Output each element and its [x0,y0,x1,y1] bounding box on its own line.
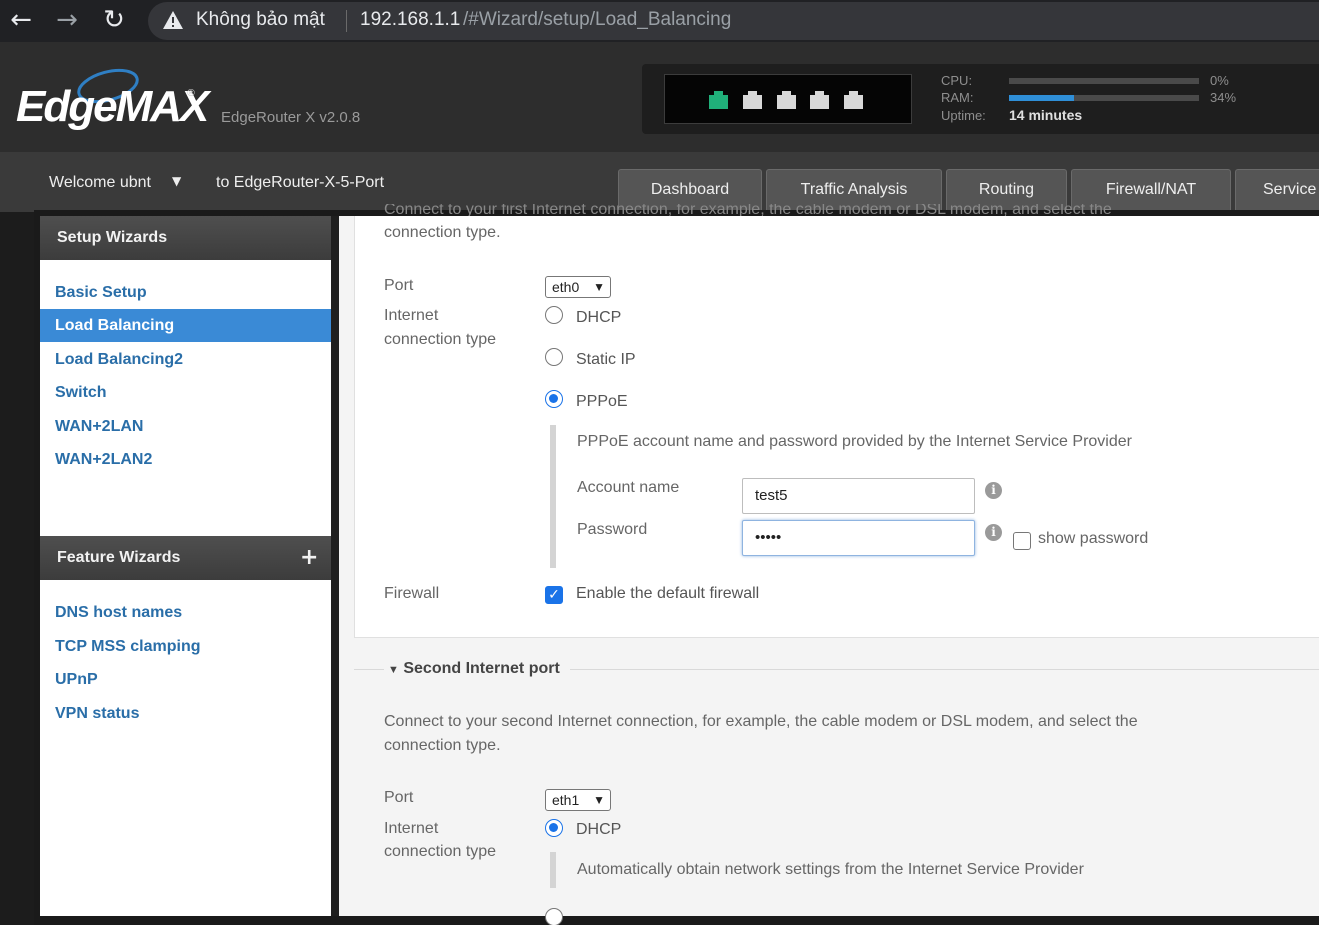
second-radio-dhcp[interactable] [545,819,563,837]
caret-down-icon: ▼ [388,664,399,676]
radio-dhcp[interactable] [545,306,563,324]
sidebar-item-dns-host-names[interactable]: DNS host names [40,596,331,629]
info-icon[interactable]: i [985,482,1002,499]
sidebar-item-upnp[interactable]: UPnP [40,663,331,696]
firewall-label: Firewall [384,585,440,602]
password-input[interactable]: ••••• [742,520,975,556]
not-secure-label[interactable]: Không bảo mật [196,9,325,31]
ram-label: RAM: [941,90,974,105]
chevron-down-icon: ▼ [593,280,605,294]
second-connection-type-label-line2: connection type [384,843,497,860]
sidebar-item-wan-2lan2[interactable]: WAN+2LAN2 [40,443,331,476]
radio-static-ip[interactable] [545,348,563,366]
sidebar-item-basic-setup[interactable]: Basic Setup [40,276,331,309]
warning-triangle-icon[interactable] [162,10,184,30]
second-port-section-toggle[interactable]: ▼ Second Internet port [384,660,570,678]
port-5-icon[interactable] [844,91,863,109]
expand-plus-icon[interactable]: + [300,545,318,570]
second-port-select-value: eth1 [552,792,580,808]
second-radio-static-ip[interactable] [545,908,563,925]
info-icon[interactable]: i [985,524,1002,541]
second-port-title: Second Internet port [403,660,560,677]
back-arrow-icon[interactable]: ← [4,4,38,38]
radio-static-ip-label[interactable]: Static IP [576,351,636,369]
port-3-icon[interactable] [777,91,796,109]
second-port-select[interactable]: eth1 ▼ [545,789,611,811]
uptime-label: Uptime: [941,108,986,123]
port-select[interactable]: eth0 ▼ [545,276,611,298]
second-port-label: Port [384,789,414,806]
reload-icon[interactable]: ↻ [97,4,131,38]
sidebar-item-load-balancing[interactable]: Load Balancing [40,309,331,342]
pppoe-note: PPPoE account name and password provided… [577,433,1132,450]
sidebar-item-vpn-status[interactable]: VPN status [40,697,331,730]
url-path[interactable]: /#Wizard/setup/Load_Balancing [463,9,731,31]
second-connection-type-label-line1: Internet [384,820,439,837]
firmware-version: EdgeRouter X v2.0.8 [221,109,361,126]
registered-mark: ® [186,88,196,99]
sidebar-item-load-balancing2[interactable]: Load Balancing2 [40,343,331,376]
dhcp-group-line [550,852,556,888]
radio-dhcp-label[interactable]: DHCP [576,309,621,327]
cpu-bar [1009,78,1199,84]
tab-services[interactable]: Service [1235,169,1319,211]
url-host[interactable]: 192.168.1.1 [360,9,460,31]
port-2-icon[interactable] [743,91,762,109]
account-name-label: Account name [577,479,680,496]
setup-wizards-header: Setup Wizards [40,216,331,260]
second-radio-dhcp-label[interactable]: DHCP [576,821,621,839]
sidebar-item-tcp-mss-clamping[interactable]: TCP MSS clamping [40,630,331,663]
sidebar-item-switch[interactable]: Switch [40,376,331,409]
port-select-value: eth0 [552,279,580,295]
ram-percent: 34% [1210,90,1237,105]
device-name: to EdgeRouter-X-5-Port [216,174,385,191]
cpu-label: CPU: [941,73,973,88]
forward-arrow-icon[interactable]: → [50,4,84,38]
sidebar-item-wan-2lan[interactable]: WAN+2LAN [40,410,331,443]
dhcp-note: Automatically obtain network settings fr… [577,861,1084,878]
first-port-section [354,216,1319,638]
second-intro-line1: Connect to your second Internet connecti… [384,713,1138,730]
password-label: Password [577,521,648,538]
radio-pppoe-label[interactable]: PPPoE [576,393,628,411]
uptime-value: 14 minutes [1009,107,1083,123]
account-name-input[interactable]: test5 [742,478,975,514]
show-password-label[interactable]: show password [1038,530,1148,548]
url-separator [346,10,347,32]
sidebar-scrollbar[interactable] [331,216,339,916]
chevron-down-icon[interactable]: ▼ [172,174,181,188]
port-4-icon[interactable] [810,91,829,109]
cpu-percent: 0% [1210,73,1229,88]
connection-type-label-line1: Internet [384,307,439,324]
ram-bar-fill [1009,95,1074,101]
connection-type-label-line2: connection type [384,331,497,348]
port-1-icon[interactable] [709,91,728,109]
edgemax-logo: EdgeMAX [16,82,209,131]
firewall-option-label[interactable]: Enable the default firewall [576,585,759,603]
pppoe-group-line [550,425,556,568]
intro-text-cut: Connect to your first Internet connectio… [384,204,1112,216]
chevron-down-icon: ▼ [593,793,605,807]
ram-bar [1009,95,1199,101]
feature-wizards-header[interactable]: Feature Wizards [40,536,331,580]
user-menu[interactable]: Welcome ubnt [49,174,151,192]
intro-text-tail: connection type. [384,224,501,241]
radio-pppoe[interactable] [545,390,563,408]
firewall-checkbox[interactable]: ✓ [545,586,563,604]
second-intro-line2: connection type. [384,737,501,754]
port-label: Port [384,277,414,294]
show-password-checkbox[interactable] [1013,532,1031,550]
